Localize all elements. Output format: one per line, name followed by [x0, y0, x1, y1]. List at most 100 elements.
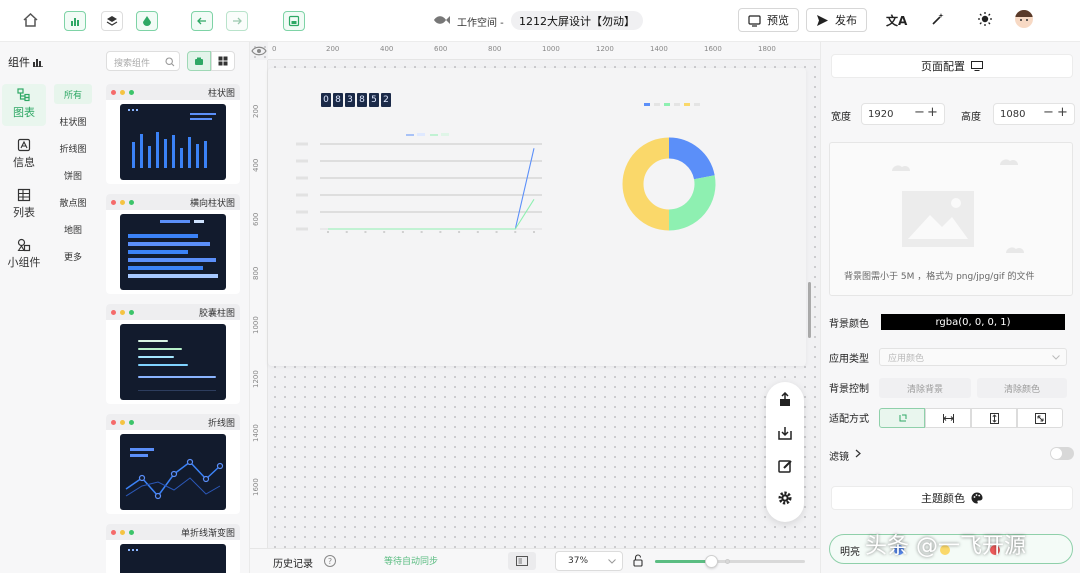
clear-color-button[interactable]: 清除颜色 [977, 378, 1067, 398]
x-tick-mark [420, 231, 423, 233]
donut-slice [622, 137, 670, 231]
details-toggle-button[interactable] [136, 11, 158, 31]
publish-button[interactable]: 发布 [806, 8, 867, 32]
eye-icon[interactable] [251, 45, 267, 60]
save-button[interactable] [283, 11, 305, 31]
y-tick-label-placeholder [296, 193, 308, 197]
fit-height-button[interactable] [971, 408, 1017, 428]
magic-wand-icon[interactable] [931, 12, 945, 29]
bar-chart-icon [71, 18, 79, 26]
category-all[interactable]: 所有 [54, 84, 92, 104]
search-placeholder: 搜索组件 [114, 59, 151, 69]
bg-control-label: 背景控制 [829, 384, 869, 395]
zoom-slider-mark [725, 559, 730, 564]
x-tick-mark [364, 231, 367, 233]
translate-icon[interactable]: 文A [886, 12, 907, 29]
fit-auto-button[interactable] [879, 408, 925, 428]
ruler-tick: 0 [272, 45, 277, 53]
component-card-capsule-bar[interactable]: 胶囊柱图 [106, 304, 240, 404]
counter-digit[interactable]: 2 [381, 93, 391, 107]
grid-view-toggle[interactable] [211, 51, 235, 71]
category-pie[interactable]: 饼图 [54, 165, 92, 185]
donut-chart-component[interactable] [618, 133, 720, 235]
line-chart-component[interactable] [290, 130, 550, 240]
nav-list[interactable]: 列表 [2, 188, 46, 220]
ruler-tick: 600 [434, 45, 448, 53]
nav-charts[interactable]: 图表 [2, 84, 46, 126]
background-upload[interactable]: 背景图需小于 5M ，格式为 png/jpg/gif 的文件 [829, 142, 1073, 296]
avatar[interactable] [1015, 10, 1033, 28]
layers-toggle-button[interactable] [101, 11, 123, 31]
search-input[interactable]: 搜索组件 [106, 51, 180, 71]
counter-digit[interactable]: 8 [333, 93, 343, 107]
y-tick-label-placeholder [296, 176, 308, 180]
sun-icon[interactable] [977, 11, 993, 30]
category-map[interactable]: 地图 [54, 219, 92, 239]
counter-digit[interactable]: 8 [357, 93, 367, 107]
x-tick-mark [383, 231, 386, 233]
undo-button[interactable] [191, 11, 213, 31]
chart-tree-icon [17, 88, 30, 102]
preview-button[interactable]: 预览 [738, 8, 799, 32]
zoom-slider[interactable] [655, 555, 805, 568]
preview-label: 预览 [767, 14, 789, 27]
ruler-tick: 1600 [252, 478, 260, 496]
vertical-scrollbar[interactable] [808, 282, 811, 338]
component-card-bar[interactable]: 柱状图 [106, 84, 240, 184]
height-label: 高度 [961, 112, 981, 123]
chevron-right-icon[interactable] [855, 449, 861, 458]
redo-button[interactable] [226, 11, 248, 31]
counter-digit[interactable]: 3 [345, 93, 355, 107]
category-more[interactable]: 更多 [54, 246, 92, 266]
category-scatter[interactable]: 散点图 [54, 192, 92, 212]
project-name[interactable]: 1212大屏设计【勿动】 [511, 11, 643, 30]
zoom-slider-thumb[interactable] [704, 555, 718, 568]
clear-background-button[interactable]: 清除背景 [879, 378, 971, 398]
filter-toggle[interactable] [1050, 447, 1074, 460]
category-bar[interactable]: 柱状图 [54, 111, 92, 131]
export-icon[interactable] [777, 392, 793, 408]
component-card-line[interactable]: 折线图 [106, 414, 240, 514]
fit-width-button[interactable] [925, 408, 971, 428]
category-line[interactable]: 折线图 [54, 138, 92, 158]
component-card-gradient-line[interactable]: 单折线渐变图 [106, 524, 240, 573]
theme-color-tab[interactable]: 主题颜色 [831, 486, 1073, 510]
plus-icon[interactable]: + [1057, 105, 1068, 120]
page-config-tab[interactable]: 页面配置 [831, 54, 1073, 78]
import-icon[interactable] [777, 425, 793, 441]
help-icon[interactable]: ? [324, 555, 336, 567]
minimap-button[interactable] [508, 552, 536, 570]
window-dots [111, 199, 134, 205]
theme-mode-label: 明亮 [840, 547, 860, 558]
x-tick-mark [514, 231, 517, 233]
bg-color-picker[interactable]: rgba(0, 0, 0, 1) [881, 314, 1065, 330]
ruler-left: 200 400 600 800 1000 1200 1400 1600 [250, 60, 268, 548]
chart-list-toggle-button[interactable] [64, 11, 86, 31]
plus-icon[interactable]: + [927, 105, 938, 120]
counter-digit[interactable]: 0 [321, 93, 331, 107]
zoom-select[interactable]: 37% [555, 551, 623, 571]
nav-info[interactable]: 信息 [2, 138, 46, 170]
y-tick-label-placeholder [296, 210, 308, 214]
panel-header-label: 组件 [8, 56, 30, 69]
apply-type-select[interactable]: 应用颜色 [879, 348, 1067, 366]
card-view-toggle[interactable] [187, 51, 211, 71]
line-chart-legend [406, 133, 449, 136]
history-button[interactable]: 历史记录 [273, 555, 313, 570]
legend-text-placeholder [694, 103, 700, 106]
card-title: 胶囊柱图 [198, 308, 235, 319]
nav-widgets[interactable]: 小组件 [2, 238, 46, 270]
home-icon[interactable] [23, 12, 38, 30]
lock-icon[interactable] [633, 554, 643, 567]
fit-full-button[interactable] [1017, 408, 1063, 428]
counter-digit[interactable]: 5 [369, 93, 379, 107]
edit-icon[interactable] [777, 458, 793, 474]
minus-icon[interactable]: − [1043, 105, 1054, 120]
minus-icon[interactable]: − [914, 105, 925, 120]
settings-gear-icon[interactable] [777, 490, 793, 506]
x-tick-mark [401, 231, 404, 233]
fit-width-icon [942, 413, 954, 423]
ruler-tick: 1400 [650, 45, 668, 53]
component-card-horizontal-bar[interactable]: 横向柱状图 [106, 194, 240, 294]
arrow-right-icon [233, 17, 242, 25]
